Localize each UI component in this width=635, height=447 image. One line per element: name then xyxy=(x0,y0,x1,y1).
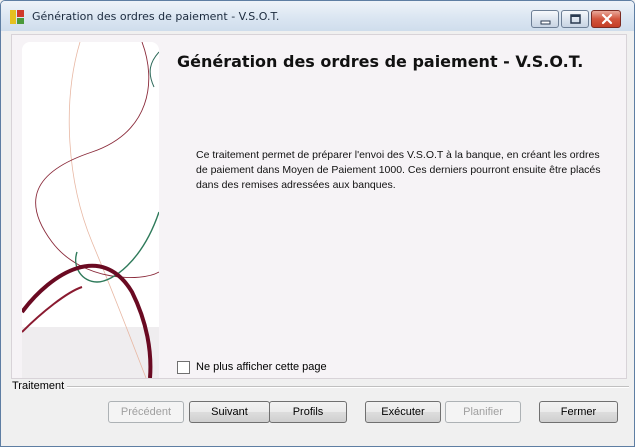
profiles-button[interactable]: Profils xyxy=(269,401,347,423)
maximize-icon xyxy=(570,14,581,24)
minimize-button[interactable] xyxy=(531,10,559,28)
dont-show-again-label[interactable]: Ne plus afficher cette page xyxy=(196,361,327,373)
close-icon xyxy=(601,13,613,25)
group-label-traitement: Traitement xyxy=(12,380,65,392)
page-description: Ce traitement permet de préparer l'envoi… xyxy=(196,149,601,191)
app-icon xyxy=(9,9,25,25)
title-bar[interactable]: Génération des ordres de paiement - V.S.… xyxy=(1,1,634,31)
close-wizard-button[interactable]: Fermer xyxy=(539,401,618,423)
next-button[interactable]: Suivant xyxy=(189,401,270,423)
window-title: Génération des ordres de paiement - V.S.… xyxy=(32,10,280,23)
schedule-button[interactable]: Planifier xyxy=(445,401,521,423)
decorative-curves xyxy=(22,42,159,378)
wizard-window: Génération des ordres de paiement - V.S.… xyxy=(0,0,635,447)
wizard-page: Génération des ordres de paiement - V.S.… xyxy=(11,34,627,379)
previous-button[interactable]: Précédent xyxy=(108,401,184,423)
dont-show-again-checkbox[interactable] xyxy=(177,361,190,374)
maximize-button[interactable] xyxy=(561,10,589,28)
close-button[interactable] xyxy=(591,10,621,28)
decorative-side-panel xyxy=(22,42,159,378)
page-title: Génération des ordres de paiement - V.S.… xyxy=(177,52,584,71)
minimize-icon xyxy=(540,20,551,25)
group-divider xyxy=(67,386,629,388)
execute-button[interactable]: Exécuter xyxy=(365,401,441,423)
